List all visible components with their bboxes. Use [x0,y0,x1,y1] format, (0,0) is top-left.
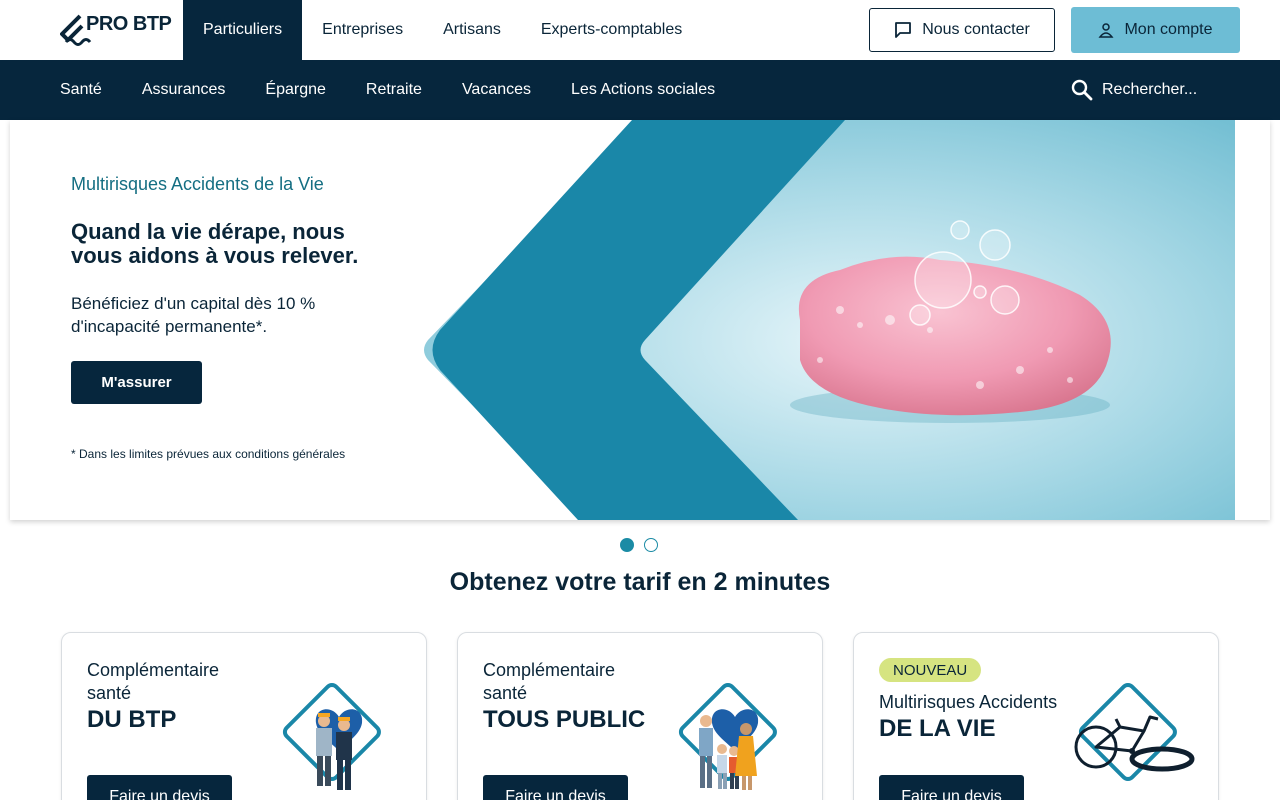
user-icon [1098,23,1114,38]
nav-item-epargne[interactable]: Épargne [265,60,326,120]
carousel-dots [620,538,658,552]
card-subtitle: Complémentaire santé [87,660,220,703]
card-subtitle: Complémentaire santé [483,660,616,703]
account-button[interactable]: Mon compte [1071,7,1240,53]
search-icon [1071,79,1093,101]
new-badge: NOUVEAU [879,658,982,682]
audience-tabs: Particuliers Entreprises Artisans Expert… [183,0,702,60]
family-illustration [678,682,777,790]
contact-button[interactable]: Nous contacter [869,8,1055,52]
hero-image [420,120,1235,520]
tab-particuliers[interactable]: Particuliers [183,0,303,60]
section-title: Obtenez votre tarif en 2 minutes [449,568,831,596]
hero-description: Bénéficiez d'un capital dès 10 % d'incap… [71,294,316,336]
hero-footnote: * Dans les limites prévues aux condition… [71,447,346,461]
hero-title: Quand la vie dérape, nous vous aidons à … [71,219,359,268]
nav-item-vacances[interactable]: Vacances [462,60,531,120]
broken-bicycle-illustration [1074,682,1195,782]
hero-kicker: Multirisques Accidents de la Vie [71,174,324,194]
search-field[interactable]: Rechercher... [1070,76,1240,104]
tab-entreprises[interactable]: Entreprises [302,0,423,60]
tab-experts-comptables[interactable]: Experts-comptables [521,0,702,60]
chat-bubble-icon [895,22,912,38]
insure-button[interactable]: M'assurer [71,361,202,404]
card-title: TOUS PUBLIC [483,706,646,733]
nav-item-actions-sociales[interactable]: Les Actions sociales [571,60,715,120]
logo-text: PRO BTP [86,13,172,35]
card-subtitle: Multirisques Accidents [879,692,1058,712]
quote-button[interactable]: Faire un devis [87,775,232,800]
top-bar: PRO BTP Particuliers Entreprises Artisan… [0,0,1280,60]
nav-item-sante[interactable]: Santé [60,60,102,120]
carousel-dot-1[interactable] [620,538,634,552]
quote-button[interactable]: Faire un devis [879,775,1024,800]
carousel-dot-2[interactable] [644,538,658,552]
card-title: DU BTP [87,706,177,733]
quote-card-btp[interactable]: Complémentaire santé DU BTP Faire un dev… [61,632,427,800]
nav-item-assurances[interactable]: Assurances [142,60,226,120]
nav-item-retraite[interactable]: Retraite [366,60,422,120]
hero-banner: Multirisques Accidents de la Vie Quand l… [10,120,1270,520]
account-button-label: Mon compte [1124,21,1213,38]
card-title: DE LA VIE [879,715,996,742]
search-placeholder: Rechercher... [1102,81,1198,98]
quote-card-tous-public[interactable]: Complémentaire santé TOUS PUBLIC Faire u… [457,632,823,800]
quote-button[interactable]: Faire un devis [483,775,628,800]
contact-button-label: Nous contacter [922,21,1030,38]
quote-card-accidents-vie[interactable]: NOUVEAU Multirisques Accidents DE LA VIE… [853,632,1219,800]
construction-workers-illustration [282,682,381,790]
tab-artisans[interactable]: Artisans [423,0,521,60]
